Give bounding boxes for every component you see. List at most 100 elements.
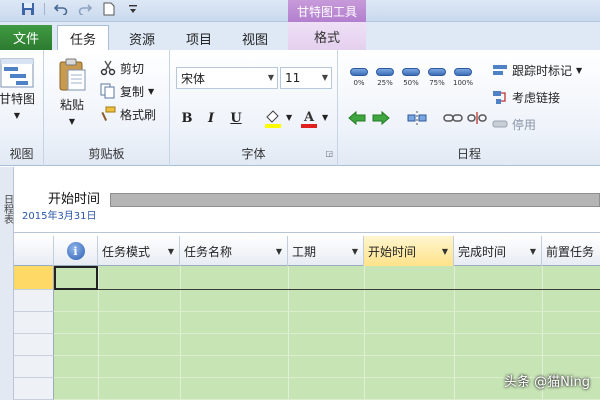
new-document-icon[interactable] [101,2,117,16]
row-header[interactable] [14,266,54,290]
mark-on-track-button[interactable]: 跟踪时标记 ▼ [492,60,582,80]
dialog-launcher-icon[interactable]: ◲ [325,149,333,158]
cut-label: 剪切 [120,61,145,76]
chevron-down-icon[interactable]: ▼ [442,247,448,256]
font-name-combobox[interactable]: 宋体 ▼ [176,67,278,89]
chevron-down-icon[interactable]: ▼ [268,73,274,82]
save-icon[interactable] [20,2,36,16]
chevron-down-icon: ▼ [576,65,583,75]
cut-button[interactable]: 剪切 [100,58,144,78]
tab-view[interactable]: 视图 [232,26,278,50]
progress-bar-icon [376,68,394,76]
chevron-down-icon[interactable]: ▼ [322,73,328,82]
format-painter-button[interactable]: 格式刷 [100,104,156,124]
percent-25-button[interactable]: 25% [372,68,398,98]
view-group: 甘特图 ▼ 视图 [0,50,44,166]
schedule-group-label: 日程 [456,147,481,161]
copy-button[interactable]: 复制 ▼ [100,81,154,101]
respect-links-label: 考虑链接 [512,90,561,105]
tab-task[interactable]: 任务 [57,25,109,50]
bold-button[interactable]: B [178,108,196,128]
table-row[interactable] [54,290,600,312]
customize-qat-icon[interactable] [125,2,141,16]
copy-icon [100,83,115,99]
redo-icon[interactable] [77,2,93,16]
column-label: 任务模式 [102,244,151,259]
ribbon: 甘特图 ▼ 视图 粘贴 ▼ 剪切 复制 ▼ 格式刷 剪贴板 宋体 ▼ 11 ▼ … [0,50,600,166]
column-header-predecessors[interactable]: 前置任务 [542,236,600,266]
font-color-button[interactable]: A [298,108,320,128]
row-header[interactable] [14,356,54,378]
percent-75-button[interactable]: 75% [424,68,450,98]
arrow-right-icon [372,110,390,126]
table-row[interactable] [54,334,600,356]
inactivate-icon [492,120,508,128]
undo-icon[interactable] [53,2,69,16]
percent-50-button[interactable]: 50% [398,68,424,98]
progress-bar-icon [454,68,472,76]
paint-bucket-icon [265,110,281,128]
select-all-corner[interactable] [14,236,54,266]
link-tasks-button[interactable] [442,108,464,128]
gantt-chart-button[interactable]: 甘特图 ▼ [0,58,42,120]
underline-button[interactable]: U [227,108,245,128]
tab-project[interactable]: 项目 [175,26,223,50]
info-icon: i [66,242,85,260]
table-row[interactable] [54,312,600,334]
paste-button[interactable]: 粘贴 ▼ [52,58,92,126]
italic-button[interactable]: I [202,108,220,128]
copy-label: 复制 [120,84,145,99]
chevron-down-icon[interactable]: ▼ [286,113,292,122]
column-label: 前置任务 [546,244,595,259]
fill-color-button[interactable] [262,108,284,128]
split-task-button[interactable] [406,108,428,128]
row-header[interactable] [14,334,54,356]
column-header-start[interactable]: 开始时间 ▼ [364,236,454,266]
progress-bar-icon [402,68,420,76]
unlink-tasks-button[interactable] [466,108,488,128]
chevron-down-icon[interactable]: ▼ [352,247,358,256]
percent-100-button[interactable]: 100% [450,68,476,98]
column-header-task-name[interactable]: 任务名称 ▼ [180,236,288,266]
inactivate-button[interactable]: 停用 [492,114,536,134]
timeline-side-strip: 日程表 [0,167,14,400]
tab-format[interactable]: 格式 [288,22,366,50]
svg-text:A: A [303,110,315,125]
row-header[interactable] [14,378,54,400]
column-header-indicators[interactable]: i [54,236,98,266]
column-header-finish[interactable]: 完成时间 ▼ [454,236,542,266]
selected-cell[interactable] [54,266,98,290]
chevron-down-icon[interactable]: ▼ [276,247,282,256]
format-painter-icon [101,106,116,121]
font-size-combobox[interactable]: 11 ▼ [280,67,332,89]
timeline[interactable]: 开始时间 2015年3月31日 [14,167,600,233]
row-header[interactable] [14,312,54,334]
tab-resource[interactable]: 资源 [117,26,167,50]
inactivate-label: 停用 [512,117,537,132]
chevron-down-icon[interactable]: ▼ [322,113,328,122]
chevron-down-icon: ▼ [13,111,21,120]
paste-label: 粘贴 [59,98,84,112]
font-group-label: 字体 [241,147,266,161]
paste-icon [59,58,86,91]
timeline-bar[interactable] [110,193,600,207]
column-header-duration[interactable]: 工期 ▼ [288,236,364,266]
chevron-down-icon[interactable]: ▼ [168,247,174,256]
indent-button[interactable] [370,108,392,128]
tab-file[interactable]: 文件 [0,25,52,50]
font-color-icon: A [301,110,317,128]
column-label: 工期 [292,244,317,259]
row-header[interactable] [14,290,54,312]
format-painter-label: 格式刷 [120,107,157,122]
font-size-value: 11 [285,71,301,85]
unlink-icon [467,112,487,124]
clipboard-group: 粘贴 ▼ 剪切 复制 ▼ 格式刷 剪贴板 [44,50,170,166]
table-row[interactable] [54,266,600,290]
respect-links-button[interactable]: 考虑链接 [492,87,560,107]
progress-bar-icon [428,68,446,76]
gantt-chart-tools-header: 甘特图工具 [288,0,366,22]
outdent-button[interactable] [346,108,368,128]
column-header-task-mode[interactable]: 任务模式 ▼ [98,236,180,266]
chevron-down-icon[interactable]: ▼ [530,247,536,256]
percent-0-button[interactable]: 0% [346,68,372,98]
